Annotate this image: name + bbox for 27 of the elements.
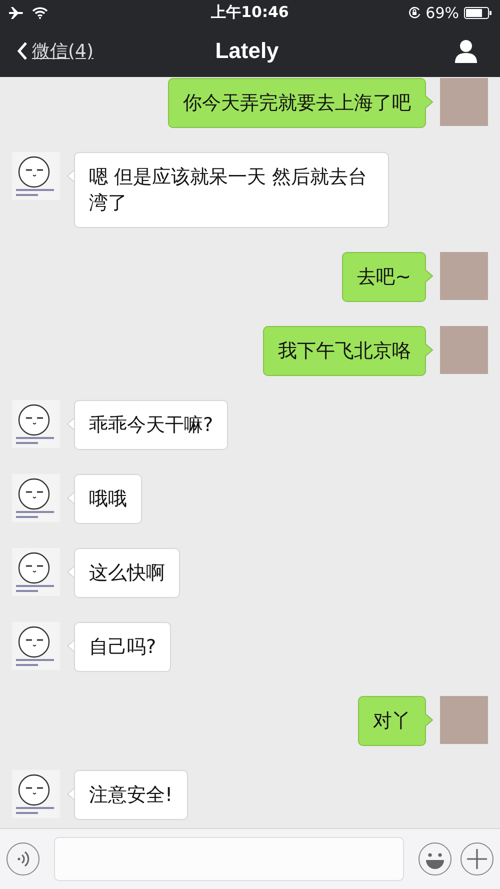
person-icon[interactable] — [454, 39, 478, 63]
avatar-photo-placeholder — [440, 696, 488, 744]
avatar-photo-placeholder — [440, 78, 488, 126]
airplane-icon — [8, 6, 24, 20]
cartoon-avatar-drawing — [12, 152, 60, 200]
battery-percent: 69% — [426, 4, 459, 22]
battery-icon — [464, 6, 492, 18]
bubble-tail-icon — [425, 713, 433, 727]
bubble-tail-icon — [425, 269, 433, 283]
chat-title: Lately — [215, 38, 279, 64]
avatar-photo-placeholder — [440, 326, 488, 374]
bubble-tail-icon — [425, 95, 433, 109]
back-chevron-icon — [16, 41, 28, 61]
cartoon-avatar-drawing — [12, 770, 60, 818]
wifi-icon — [32, 6, 48, 18]
cartoon-avatar-drawing — [12, 622, 60, 670]
voice-icon[interactable] — [6, 842, 40, 876]
cartoon-avatar-drawing — [12, 400, 60, 448]
message-input[interactable] — [54, 837, 404, 881]
bubble-tail-icon — [425, 343, 433, 357]
cartoon-avatar-drawing — [12, 548, 60, 596]
emoji-icon[interactable] — [418, 842, 452, 876]
plus-icon[interactable] — [460, 842, 494, 876]
avatar-photo-placeholder — [440, 252, 488, 300]
rotation-lock-icon — [408, 6, 421, 19]
cartoon-avatar-drawing — [12, 474, 60, 522]
status-time: 上午10:46 — [211, 3, 289, 22]
